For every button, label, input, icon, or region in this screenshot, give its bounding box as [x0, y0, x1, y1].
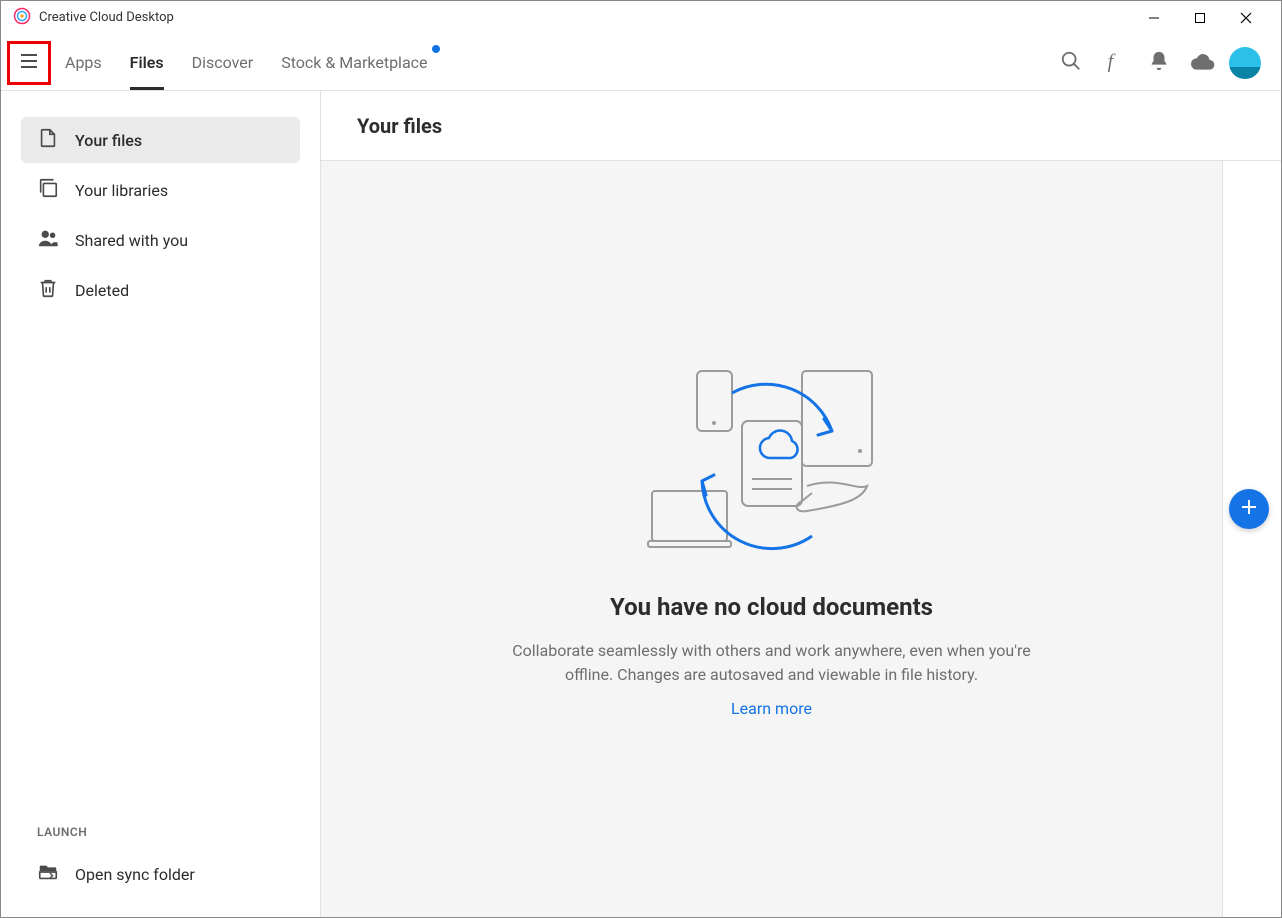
- tab-files[interactable]: Files: [116, 35, 178, 90]
- user-avatar[interactable]: [1229, 47, 1261, 79]
- sidebar-item-label: Your files: [75, 131, 142, 150]
- close-button[interactable]: [1223, 1, 1269, 35]
- window-controls: [1131, 1, 1269, 35]
- folder-sync-icon: [37, 861, 59, 887]
- sidebar-spacer: [1, 313, 320, 825]
- open-sync-folder-button[interactable]: Open sync folder: [1, 851, 320, 917]
- sidebar-item-label: Deleted: [75, 281, 129, 300]
- cloud-icon: [1190, 50, 1216, 76]
- search-button[interactable]: [1053, 45, 1089, 81]
- navbar-left: Apps Files Discover Stock & Marketplace: [1, 35, 442, 90]
- sidebar-item-deleted[interactable]: Deleted: [21, 267, 300, 313]
- empty-state-title: You have no cloud documents: [610, 593, 933, 621]
- empty-state-illustration-icon: [642, 361, 902, 593]
- tab-label: Files: [130, 53, 164, 72]
- add-fab-button[interactable]: [1229, 489, 1269, 529]
- main-content: You have no cloud documents Collaborate …: [321, 161, 1223, 917]
- notification-dot-icon: [432, 45, 440, 53]
- app-window: Creative Cloud Desktop Apps Files: [0, 0, 1282, 918]
- plus-icon: [1239, 497, 1259, 521]
- sidebar-item-your-libraries[interactable]: Your libraries: [21, 167, 300, 213]
- fonts-button[interactable]: f: [1097, 45, 1133, 81]
- main-header: Your files: [321, 91, 1281, 161]
- search-icon: [1060, 50, 1082, 76]
- hamburger-icon: [19, 51, 39, 75]
- tab-apps[interactable]: Apps: [51, 35, 116, 90]
- bell-icon: [1148, 50, 1170, 76]
- tab-stock-marketplace[interactable]: Stock & Marketplace: [267, 35, 441, 90]
- tab-label: Apps: [65, 53, 102, 72]
- nav-tabs: Apps Files Discover Stock & Marketplace: [51, 35, 442, 90]
- tab-label: Stock & Marketplace: [281, 53, 427, 72]
- sidebar-item-your-files[interactable]: Your files: [21, 117, 300, 163]
- window-title: Creative Cloud Desktop: [39, 10, 174, 25]
- tab-label: Discover: [192, 53, 254, 72]
- notifications-button[interactable]: [1141, 45, 1177, 81]
- launch-item-label: Open sync folder: [75, 865, 195, 884]
- sidebar-item-label: Your libraries: [75, 181, 168, 200]
- titlebar: Creative Cloud Desktop: [1, 1, 1281, 35]
- creative-cloud-logo-icon: [13, 7, 31, 29]
- navbar-right: f: [1053, 45, 1261, 81]
- empty-state-description: Collaborate seamlessly with others and w…: [492, 639, 1052, 687]
- sidebar-list: Your files Your libraries Shared with yo…: [1, 117, 320, 313]
- launch-section-label: LAUNCH: [1, 825, 320, 851]
- navbar: Apps Files Discover Stock & Marketplace …: [1, 35, 1281, 91]
- file-icon: [37, 127, 59, 153]
- libraries-icon: [37, 177, 59, 203]
- learn-more-link[interactable]: Learn more: [731, 699, 812, 718]
- sidebar-item-label: Shared with you: [75, 231, 188, 250]
- main-panel: Your files: [321, 91, 1281, 917]
- sidebar: Your files Your libraries Shared with yo…: [1, 91, 321, 917]
- titlebar-left: Creative Cloud Desktop: [13, 7, 174, 29]
- sidebar-item-shared[interactable]: Shared with you: [21, 217, 300, 263]
- maximize-button[interactable]: [1177, 1, 1223, 35]
- tab-discover[interactable]: Discover: [178, 35, 268, 90]
- trash-icon: [37, 277, 59, 303]
- app-body: Your files Your libraries Shared with yo…: [1, 91, 1281, 917]
- svg-text:f: f: [1108, 50, 1116, 72]
- fonts-icon: f: [1104, 50, 1126, 76]
- people-icon: [37, 227, 59, 253]
- menu-toggle-button[interactable]: [7, 41, 51, 85]
- page-title: Your files: [357, 114, 442, 138]
- cloud-sync-button[interactable]: [1185, 45, 1221, 81]
- minimize-button[interactable]: [1131, 1, 1177, 35]
